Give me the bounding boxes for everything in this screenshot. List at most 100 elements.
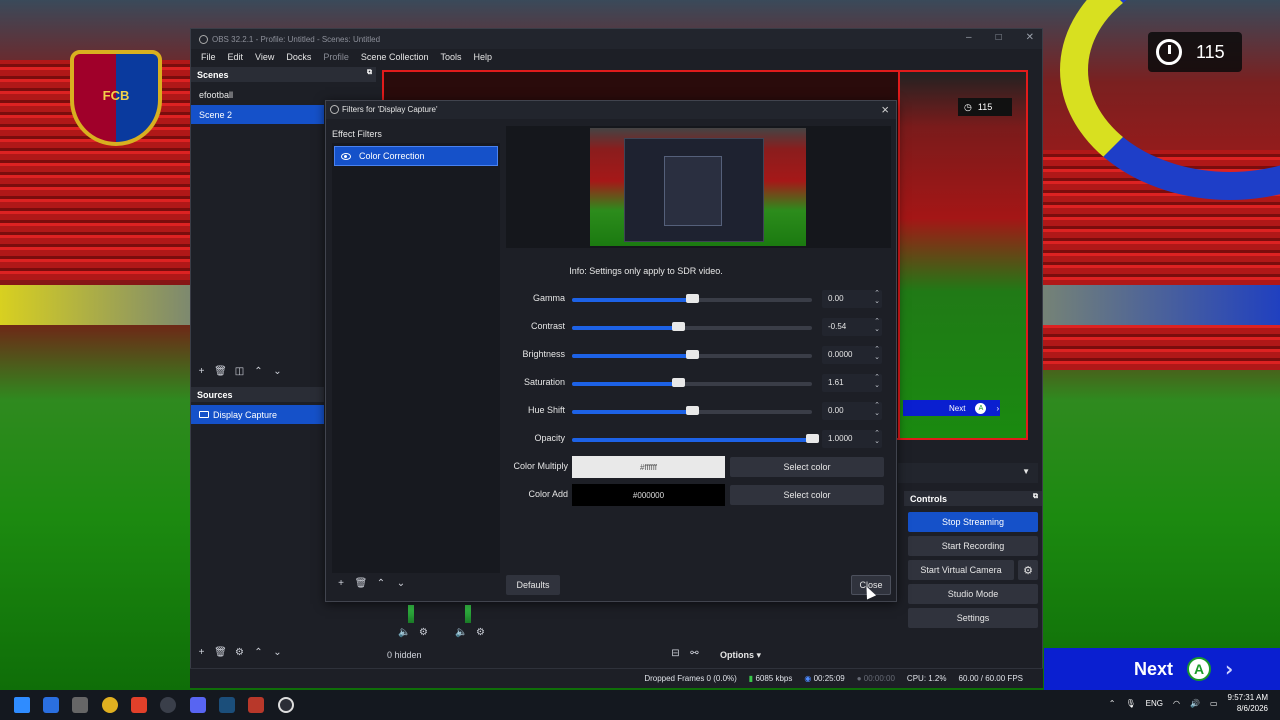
source-properties-icon[interactable]: ⚙	[233, 647, 246, 658]
next-label: Next	[1134, 658, 1174, 679]
mixer-controls-1: 🔈 ⚙	[398, 627, 430, 638]
hue-shift-input[interactable]: 0.00 ⌃ ⌄	[822, 402, 882, 420]
move-up-icon[interactable]: ⌃	[252, 647, 265, 658]
options-menu[interactable]: Options ▾	[720, 650, 761, 661]
eye-icon[interactable]	[341, 152, 351, 160]
move-up-icon[interactable]: ⌃	[374, 578, 388, 592]
opacity-slider[interactable]	[572, 434, 819, 443]
scene-item-efootball[interactable]: efootball	[191, 85, 324, 104]
defaults-button[interactable]: Defaults	[506, 575, 560, 595]
slider-handle[interactable]	[671, 322, 685, 331]
virtual-camera-settings-icon[interactable]: ⚙	[1018, 560, 1038, 580]
opacity-row: Opacity 1.0000 ⌃ ⌄	[506, 429, 891, 449]
brightness-slider[interactable]	[572, 350, 812, 359]
hidden-count: 0 hidden	[387, 650, 422, 660]
contrast-slider[interactable]	[572, 322, 812, 331]
remove-filter-icon[interactable]: 🗑	[354, 578, 368, 592]
slider-handle[interactable]	[686, 294, 699, 303]
settings-button[interactable]: Settings	[908, 608, 1038, 628]
layout-icon[interactable]: ⊟	[669, 648, 682, 659]
select-color-add-button[interactable]: Select color	[730, 485, 884, 505]
brightness-label: Brightness	[522, 349, 565, 359]
scene-item-scene-2[interactable]: Scene 2	[191, 105, 324, 124]
filter-label: Color Correction	[359, 151, 425, 161]
add-scene-icon[interactable]: +	[195, 366, 208, 377]
saturation-slider[interactable]	[572, 378, 812, 387]
remove-scene-icon[interactable]: 🗑	[214, 366, 227, 377]
spin-arrows-icon[interactable]: ⌃ ⌄	[874, 402, 880, 418]
spin-arrows-icon[interactable]: ⌃ ⌄	[874, 290, 880, 306]
battery-icon[interactable]: ▭	[1210, 699, 1218, 708]
menu-docks[interactable]: Docks	[280, 49, 317, 65]
select-color-multiply-button[interactable]: Select color	[730, 457, 884, 477]
opacity-label: Opacity	[534, 433, 565, 443]
undock-icon[interactable]: ⧉	[1033, 493, 1038, 501]
language-indicator[interactable]: ENG	[1146, 699, 1163, 708]
maximize-icon[interactable]: □	[996, 32, 1002, 43]
spin-arrows-icon[interactable]: ⌃ ⌄	[874, 318, 880, 334]
speaker-icon[interactable]: 🔈	[398, 627, 411, 638]
app-icon[interactable]	[160, 697, 176, 713]
source-item-display-capture[interactable]: Display Capture	[191, 405, 324, 424]
speaker-icon[interactable]: 🔈	[455, 627, 468, 638]
contrast-input[interactable]: -0.54 ⌃ ⌄	[822, 318, 882, 336]
discord-icon[interactable]	[190, 697, 206, 713]
chevron-up-icon[interactable]: ⌃	[1109, 699, 1116, 708]
chrome-icon[interactable]	[102, 697, 118, 713]
add-filter-icon[interactable]: +	[334, 578, 348, 592]
mixer-settings-icon[interactable]: ⚙	[417, 627, 430, 638]
steam-icon[interactable]	[219, 697, 235, 713]
opacity-input[interactable]: 1.0000 ⌃ ⌄	[822, 430, 882, 448]
menu-view[interactable]: View	[249, 49, 280, 65]
filter-item-color-correction[interactable]: Color Correction	[334, 146, 498, 166]
gamma-input[interactable]: 0.00 ⌃ ⌄	[822, 290, 882, 308]
spin-arrows-icon[interactable]: ⌃ ⌄	[874, 430, 880, 446]
add-source-icon[interactable]: +	[195, 647, 208, 658]
scene-filters-icon[interactable]: ◫	[233, 366, 246, 377]
wifi-icon[interactable]: ◠	[1173, 699, 1180, 708]
hue-shift-slider[interactable]	[572, 406, 812, 415]
close-window-icon[interactable]: ✕	[1026, 32, 1034, 43]
slider-handle[interactable]	[686, 406, 699, 415]
studio-mode-button[interactable]: Studio Mode	[908, 584, 1038, 604]
undock-icon[interactable]: ⧉	[367, 69, 372, 77]
clock[interactable]: 9:57:31 AM 8/6/2026	[1228, 692, 1268, 714]
slider-handle[interactable]	[686, 350, 699, 359]
menu-file[interactable]: File	[195, 49, 222, 65]
gamma-slider[interactable]	[572, 294, 812, 303]
brave-icon[interactable]	[131, 697, 147, 713]
minimize-icon[interactable]: –	[966, 32, 972, 43]
stop-streaming-button[interactable]: Stop Streaming	[908, 512, 1038, 532]
spin-arrows-icon[interactable]: ⌃ ⌄	[874, 374, 880, 390]
remove-source-icon[interactable]: 🗑	[214, 647, 227, 658]
windows-start-icon[interactable]	[14, 697, 30, 713]
saturation-input[interactable]: 1.61 ⌃ ⌄	[822, 374, 882, 392]
close-dialog-icon[interactable]: ×	[881, 102, 889, 117]
file-explorer-icon[interactable]	[43, 697, 59, 713]
microphone-icon[interactable]: 🎙	[1126, 699, 1136, 708]
gamma-value: 0.00	[828, 294, 844, 303]
start-recording-button[interactable]: Start Recording	[908, 536, 1038, 556]
mixer-settings-icon[interactable]: ⚙	[474, 627, 487, 638]
start-virtual-camera-button[interactable]: Start Virtual Camera	[908, 560, 1014, 580]
slider-handle[interactable]	[671, 378, 685, 387]
move-down-icon[interactable]: ⌄	[394, 578, 408, 592]
move-down-icon[interactable]: ⌄	[271, 647, 284, 658]
brightness-input[interactable]: 0.0000 ⌃ ⌄	[822, 346, 882, 364]
preview-timer-value: 115	[977, 102, 993, 112]
menu-profile[interactable]: Profile	[317, 49, 355, 65]
menu-tools[interactable]: Tools	[434, 49, 467, 65]
menu-scene-collection[interactable]: Scene Collection	[355, 49, 435, 65]
store-icon[interactable]	[72, 697, 88, 713]
move-down-icon[interactable]: ⌄	[271, 366, 284, 377]
volume-icon[interactable]: 🔊	[1190, 699, 1200, 708]
link-icon[interactable]: ⚯	[688, 648, 701, 659]
menu-edit[interactable]: Edit	[222, 49, 250, 65]
transition-dropdown[interactable]: ▼	[898, 463, 1038, 483]
slider-handle[interactable]	[806, 434, 819, 443]
spin-arrows-icon[interactable]: ⌃ ⌄	[874, 346, 880, 362]
move-up-icon[interactable]: ⌃	[252, 366, 265, 377]
game-icon[interactable]	[248, 697, 264, 713]
menu-help[interactable]: Help	[467, 49, 498, 65]
obs-taskbar-icon[interactable]	[278, 697, 294, 713]
